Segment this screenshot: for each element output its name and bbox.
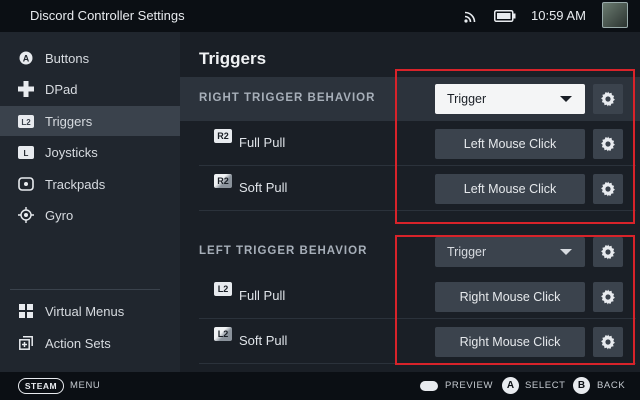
joystick-icon: L xyxy=(18,144,34,160)
a-button-icon: A xyxy=(502,377,519,394)
l2-trigger-icon: L2 xyxy=(18,113,34,129)
sidebar-item-label: DPad xyxy=(45,81,78,97)
gear-icon xyxy=(601,181,615,197)
l2-trigger-icon: L2 xyxy=(214,282,232,296)
right-soft-pull-settings-button[interactable] xyxy=(593,174,623,204)
wifi-icon xyxy=(464,11,476,23)
row-label: Soft Pull xyxy=(239,180,288,195)
sidebar-item-label: Joysticks xyxy=(45,144,98,160)
back-hint: BACK xyxy=(597,380,626,391)
section-label: RIGHT TRIGGER BEHAVIOR xyxy=(199,92,376,104)
a-button-icon: A xyxy=(18,50,34,66)
row-label: Full Pull xyxy=(239,288,286,303)
preview-button-icon xyxy=(420,381,438,391)
dropdown-value: Trigger xyxy=(447,245,487,259)
main-panel: Triggers RIGHT TRIGGER BEHAVIOR Trigger … xyxy=(180,32,640,372)
right-full-pull-settings-button[interactable] xyxy=(593,129,623,159)
r2-trigger-icon: R2 xyxy=(214,129,232,143)
action-sets-icon xyxy=(18,335,34,351)
sidebar: A Buttons DPad L2 Triggers L Joysticks T… xyxy=(0,32,180,372)
page-title: Triggers xyxy=(199,49,267,68)
left-soft-pull-settings-button[interactable] xyxy=(593,327,623,357)
dropdown-value: Trigger xyxy=(447,92,487,106)
battery-icon xyxy=(494,10,516,22)
sidebar-item-trackpads[interactable]: Trackpads xyxy=(0,169,180,199)
sidebar-item-label: Trackpads xyxy=(45,176,106,192)
left-soft-pull-action-button[interactable]: Right Mouse Click xyxy=(435,327,585,357)
sidebar-item-label: Gyro xyxy=(45,207,74,223)
svg-text:L2: L2 xyxy=(21,118,31,127)
right-full-pull-action-button[interactable]: Left Mouse Click xyxy=(435,129,585,159)
row-label: Soft Pull xyxy=(239,333,288,348)
gear-icon xyxy=(601,244,615,260)
preview-hint: PREVIEW xyxy=(445,380,494,391)
right-soft-pull-action-button[interactable]: Left Mouse Click xyxy=(435,174,585,204)
sidebar-item-label: Action Sets xyxy=(45,335,111,351)
clock: 10:59 AM xyxy=(531,8,586,23)
sidebar-item-virtual-menus[interactable]: Virtual Menus xyxy=(0,296,180,326)
sidebar-item-label: Triggers xyxy=(45,113,93,129)
gear-icon xyxy=(601,289,615,305)
b-button-icon: B xyxy=(573,377,590,394)
sidebar-item-triggers[interactable]: L2 Triggers xyxy=(0,106,180,136)
r2-soft-trigger-icon: R2 xyxy=(214,174,232,188)
row-label: Full Pull xyxy=(239,135,286,150)
sidebar-item-dpad[interactable]: DPad xyxy=(0,74,180,104)
avatar[interactable] xyxy=(602,2,628,28)
bottom-bar: STEAM MENU PREVIEW A SELECT B BACK xyxy=(0,372,640,400)
sidebar-item-action-sets[interactable]: Action Sets xyxy=(0,328,180,358)
sidebar-item-label: Buttons xyxy=(45,50,90,66)
svg-text:A: A xyxy=(23,54,30,64)
sidebar-item-buttons[interactable]: A Buttons xyxy=(0,43,180,73)
left-full-pull-action-button[interactable]: Right Mouse Click xyxy=(435,282,585,312)
gyro-icon xyxy=(18,207,34,223)
right-trigger-behavior-dropdown[interactable]: Trigger xyxy=(435,84,585,114)
section-label: LEFT TRIGGER BEHAVIOR xyxy=(199,245,368,257)
left-trigger-settings-button[interactable] xyxy=(593,237,623,267)
sidebar-item-label: Virtual Menus xyxy=(45,303,125,319)
chevron-down-icon xyxy=(560,96,572,102)
sidebar-item-joysticks[interactable]: L Joysticks xyxy=(0,137,180,167)
left-full-pull-settings-button[interactable] xyxy=(593,282,623,312)
l2-soft-trigger-icon: L2 xyxy=(214,327,232,341)
dpad-icon xyxy=(18,81,34,97)
app-title: Discord Controller Settings xyxy=(30,8,185,23)
chevron-down-icon xyxy=(560,249,572,255)
sidebar-divider xyxy=(10,289,160,290)
gear-icon xyxy=(601,334,615,350)
top-bar: Discord Controller Settings 10:59 AM xyxy=(0,0,640,32)
left-trigger-behavior-dropdown[interactable]: Trigger xyxy=(435,237,585,267)
menu-hint: MENU xyxy=(70,380,101,391)
svg-text:L: L xyxy=(24,149,29,158)
virtual-menus-icon xyxy=(18,303,34,319)
right-trigger-settings-button[interactable] xyxy=(593,84,623,114)
gear-icon xyxy=(601,91,615,107)
gear-icon xyxy=(601,136,615,152)
sidebar-item-gyro[interactable]: Gyro xyxy=(0,200,180,230)
trackpad-icon xyxy=(18,176,34,192)
steam-button[interactable]: STEAM xyxy=(18,378,64,394)
select-hint: SELECT xyxy=(525,380,566,391)
